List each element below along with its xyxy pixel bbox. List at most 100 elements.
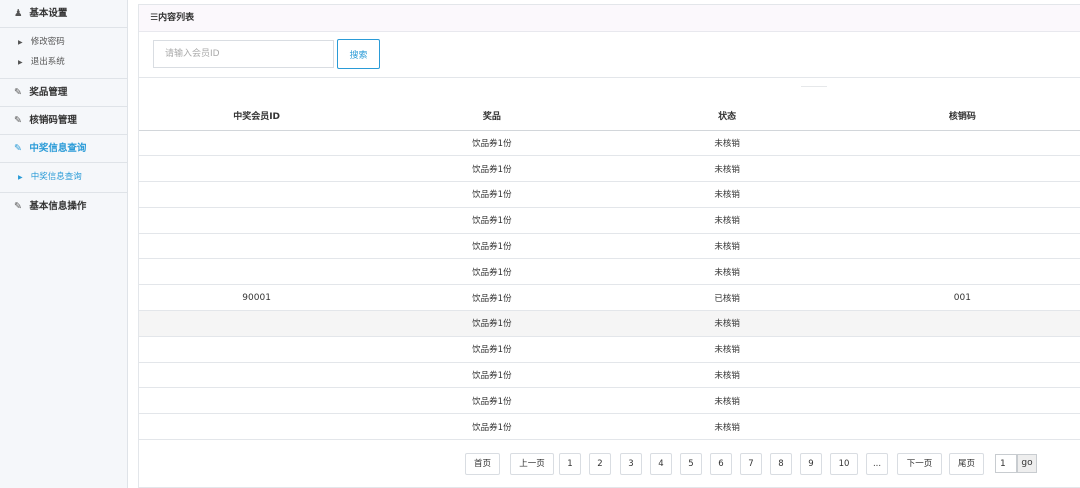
sidebar-group-basic-info[interactable]: ✎ 基本信息操作: [0, 193, 127, 221]
code-cell: [844, 336, 1080, 363]
search-button[interactable]: 搜索: [337, 39, 380, 69]
winner-table: 中奖会员ID 奖品 状态 核销码 饮品券1份 未核销 饮品券1份 未核销 饮品券1份 未核…: [139, 102, 1080, 441]
status-cell: 未核销: [609, 207, 845, 234]
pager-page-7[interactable]: 7: [740, 453, 762, 475]
edit-icon: ✎: [14, 201, 22, 212]
pager-page-10[interactable]: 10: [830, 453, 858, 475]
member-id-cell: [139, 336, 375, 363]
code-cell: [844, 387, 1080, 415]
member-id-cell: 90001: [139, 284, 375, 312]
table-row: 饮品券1份 未核销: [139, 233, 1080, 260]
pager-prev-button[interactable]: 上一页: [510, 453, 554, 475]
status-cell: 未核销: [609, 387, 845, 415]
sidebar-group-label: 中奖信息查询: [29, 143, 87, 154]
pager-last-button[interactable]: 尾页: [949, 453, 984, 475]
sidebar-item-label: 退出系统: [30, 57, 65, 67]
pager-page-1[interactable]: 1: [559, 453, 581, 475]
member-id-cell: [139, 258, 375, 286]
prize-cell: 饮品券1份: [374, 362, 610, 389]
table-row: 90001 饮品券1份 已核销 001: [139, 284, 1080, 312]
status-cell: 未核销: [609, 258, 845, 286]
column-header-member-id[interactable]: 中奖会员ID: [139, 102, 375, 131]
member-id-cell: [139, 130, 375, 157]
sidebar-group-basic-settings[interactable]: ♟ 基本设置: [0, 0, 127, 28]
sidebar-group-label: 奖品管理: [29, 87, 68, 98]
pager-page-9[interactable]: 9: [800, 453, 822, 475]
code-cell: 001: [844, 284, 1080, 312]
prize-cell: 饮品券1份: [374, 258, 610, 286]
table-row: 饮品券1份 未核销: [139, 130, 1080, 157]
sidebar: ♟ 基本设置 ▶ 修改密码 ▶ 退出系统 ✎ 奖品管理 ✎ 核销码管理 ✎ 中奖…: [0, 0, 128, 488]
code-cell: [844, 310, 1080, 337]
prize-cell: 饮品券1份: [374, 181, 610, 208]
prize-cell: 饮品券1份: [374, 155, 610, 183]
member-id-cell: [139, 387, 375, 415]
sidebar-item-winner-query[interactable]: ▶ 中奖信息查询: [0, 167, 127, 187]
table-row: 饮品券1份 未核销: [139, 413, 1080, 441]
sidebar-item-logout[interactable]: ▶ 退出系统: [0, 52, 127, 72]
column-header-status[interactable]: 状态: [609, 102, 845, 131]
status-cell: 已核销: [609, 284, 845, 312]
status-cell: 未核销: [609, 233, 845, 260]
caret-right-icon: ▶: [18, 39, 23, 46]
table-header-row: 中奖会员ID 奖品 状态 核销码: [139, 102, 1080, 131]
code-cell: [844, 155, 1080, 183]
pager-page-3[interactable]: 3: [620, 453, 642, 475]
pagination: 首页 上一页 123456789 10... 下一页 尾页 go: [139, 441, 1080, 487]
table-row: 饮品券1份 未核销: [139, 336, 1080, 363]
status-cell: 未核销: [609, 413, 845, 441]
pager-page-8[interactable]: 8: [770, 453, 792, 475]
table-row: 饮品券1份 未核销: [139, 387, 1080, 415]
code-cell: [844, 207, 1080, 234]
status-cell: 未核销: [609, 310, 845, 337]
prize-cell: 饮品券1份: [374, 233, 610, 260]
pager-ellipsis[interactable]: ...: [866, 453, 888, 475]
column-header-code[interactable]: 核销码: [844, 102, 1080, 131]
code-cell: [844, 130, 1080, 157]
pager-page-2[interactable]: 2: [589, 453, 611, 475]
prize-cell: 饮品券1份: [374, 413, 610, 441]
sidebar-group-code-management[interactable]: ✎ 核销码管理: [0, 107, 127, 135]
sidebar-group-winner-query[interactable]: ✎ 中奖信息查询: [0, 135, 127, 163]
status-cell: 未核销: [609, 155, 845, 183]
content-panel: ☰内容列表 搜索 中奖会员ID 奖品 状态 核销码 饮品券1份未核销饮品券1份未…: [138, 4, 1080, 488]
prize-cell: 饮品券1份: [374, 310, 610, 337]
sidebar-submenu-settings: ▶ 修改密码 ▶ 退出系统: [0, 28, 127, 79]
pager-page-6[interactable]: 6: [710, 453, 732, 475]
table-row: 饮品券1份 未核销: [139, 362, 1080, 389]
sidebar-submenu-query: ▶ 中奖信息查询: [0, 163, 127, 193]
status-cell: 未核销: [609, 181, 845, 208]
sidebar-group-label: 基本信息操作: [29, 201, 87, 212]
sidebar-group-prize-management[interactable]: ✎ 奖品管理: [0, 79, 127, 107]
member-id-cell: [139, 155, 375, 183]
divider: [801, 86, 827, 87]
sidebar-item-change-password[interactable]: ▶ 修改密码: [0, 32, 127, 52]
table-row: 饮品券1份 未核销: [139, 155, 1080, 183]
table-row: 饮品券1份 未核销: [139, 258, 1080, 286]
edit-icon: ✎: [14, 87, 22, 98]
table-row: 饮品券1份 未核销: [139, 310, 1080, 337]
sidebar-item-label: 中奖信息查询: [30, 172, 82, 182]
column-header-prize[interactable]: 奖品: [374, 102, 610, 131]
pager-page-4[interactable]: 4: [650, 453, 672, 475]
panel-title: ☰内容列表: [139, 5, 1080, 32]
code-cell: [844, 362, 1080, 389]
prize-cell: 饮品券1份: [374, 207, 610, 234]
status-cell: 未核销: [609, 130, 845, 157]
user-icon: ♟: [14, 8, 23, 19]
table-row: 饮品券1份 未核销: [139, 207, 1080, 234]
member-id-cell: [139, 362, 375, 389]
page-number-input[interactable]: [995, 454, 1017, 473]
pager-next-button[interactable]: 下一页: [897, 453, 942, 475]
pager-page-5[interactable]: 5: [680, 453, 702, 475]
code-cell: [844, 181, 1080, 208]
table-spacer: [139, 78, 1080, 102]
sidebar-item-label: 修改密码: [30, 37, 65, 47]
pager-first-button[interactable]: 首页: [465, 453, 500, 475]
go-button[interactable]: go: [1017, 454, 1037, 473]
caret-right-icon: ▶: [18, 59, 23, 66]
search-bar: 搜索: [139, 32, 1080, 78]
member-id-cell: [139, 181, 375, 208]
member-id-cell: [139, 233, 375, 260]
search-input[interactable]: [153, 40, 334, 68]
